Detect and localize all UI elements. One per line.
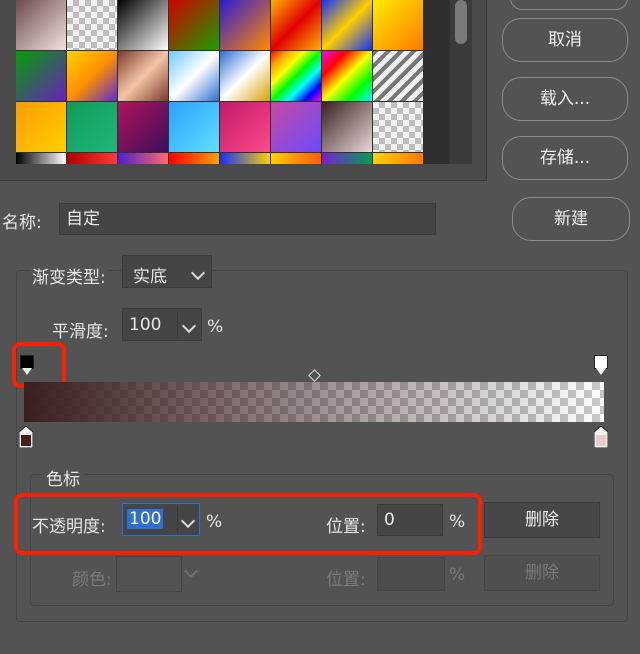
- location2-input[interactable]: [377, 557, 445, 591]
- chevron-down-icon: [181, 318, 197, 334]
- preset-swatch[interactable]: [220, 153, 270, 164]
- preset-swatch[interactable]: [118, 153, 168, 164]
- color-stops-title: 色标: [42, 465, 84, 490]
- save-button[interactable]: 存储...: [502, 136, 628, 180]
- preset-swatch[interactable]: [220, 102, 270, 152]
- preset-swatch[interactable]: [271, 102, 321, 152]
- delete-color-stop-button[interactable]: 删除: [484, 555, 600, 591]
- preset-swatch[interactable]: [373, 0, 423, 50]
- gradient-type-value: 实底: [133, 267, 167, 287]
- preset-swatch[interactable]: [271, 153, 321, 164]
- preset-swatch[interactable]: [67, 51, 117, 101]
- preset-swatch[interactable]: [322, 0, 372, 50]
- presets-scrollbar[interactable]: [450, 0, 472, 164]
- preset-swatch[interactable]: [271, 0, 321, 50]
- preset-swatch[interactable]: [322, 153, 372, 164]
- gradient-type-select[interactable]: 实底: [122, 255, 212, 288]
- ok-button[interactable]: [510, 0, 628, 10]
- preset-swatch[interactable]: [373, 102, 423, 152]
- gradient-preview-bar[interactable]: [24, 382, 604, 422]
- preset-swatch[interactable]: [118, 102, 168, 152]
- name-label: 名称:: [2, 213, 42, 233]
- preset-swatch[interactable]: [169, 51, 219, 101]
- preset-swatch[interactable]: [67, 102, 117, 152]
- preset-swatch[interactable]: [322, 102, 372, 152]
- location2-percent: %: [449, 565, 466, 585]
- name-input[interactable]: 自定: [59, 203, 436, 235]
- preset-swatch[interactable]: [271, 51, 321, 101]
- new-button[interactable]: 新建: [512, 197, 630, 241]
- color-stop-right[interactable]: [593, 425, 609, 449]
- smoothness-label: 平滑度:: [52, 322, 109, 342]
- preset-swatch[interactable]: [16, 153, 66, 164]
- preset-swatch[interactable]: [373, 51, 423, 101]
- smoothness-value: 100: [129, 315, 162, 335]
- preset-swatch[interactable]: [169, 102, 219, 152]
- scrollbar-thumb[interactable]: [455, 0, 467, 44]
- opacity-stop-right[interactable]: [594, 355, 608, 375]
- preset-swatch[interactable]: [169, 0, 219, 50]
- combo-divider: [177, 311, 178, 338]
- color-swatch[interactable]: [116, 556, 182, 592]
- preset-swatch[interactable]: [220, 51, 270, 101]
- highlight-opacity-row: [14, 493, 482, 555]
- preset-swatch[interactable]: [67, 153, 117, 164]
- color-stop-left[interactable]: [18, 425, 34, 449]
- preset-swatch[interactable]: [322, 51, 372, 101]
- preset-swatch[interactable]: [16, 51, 66, 101]
- preset-swatch[interactable]: [169, 153, 219, 164]
- preset-swatch[interactable]: [16, 0, 66, 50]
- preset-swatch[interactable]: [118, 51, 168, 101]
- smoothness-percent: %: [207, 317, 224, 337]
- gradient-presets-panel: [0, 0, 487, 181]
- preset-swatch[interactable]: [373, 153, 423, 164]
- delete-opacity-stop-button[interactable]: 删除: [484, 502, 600, 538]
- gradient-type-label: 渐变类型:: [30, 263, 108, 288]
- preset-swatch[interactable]: [118, 0, 168, 50]
- preset-swatch[interactable]: [16, 102, 66, 152]
- preset-swatch[interactable]: [220, 0, 270, 50]
- smoothness-combo[interactable]: 100: [122, 308, 202, 341]
- cancel-button[interactable]: 取消: [502, 18, 628, 62]
- color-label: 颜色:: [72, 570, 112, 590]
- location2-label: 位置:: [326, 570, 366, 590]
- load-button[interactable]: 载入...: [502, 77, 628, 121]
- preset-swatch[interactable]: [67, 0, 117, 50]
- chevron-down-icon: [190, 265, 206, 281]
- presets-grid: [16, 0, 472, 164]
